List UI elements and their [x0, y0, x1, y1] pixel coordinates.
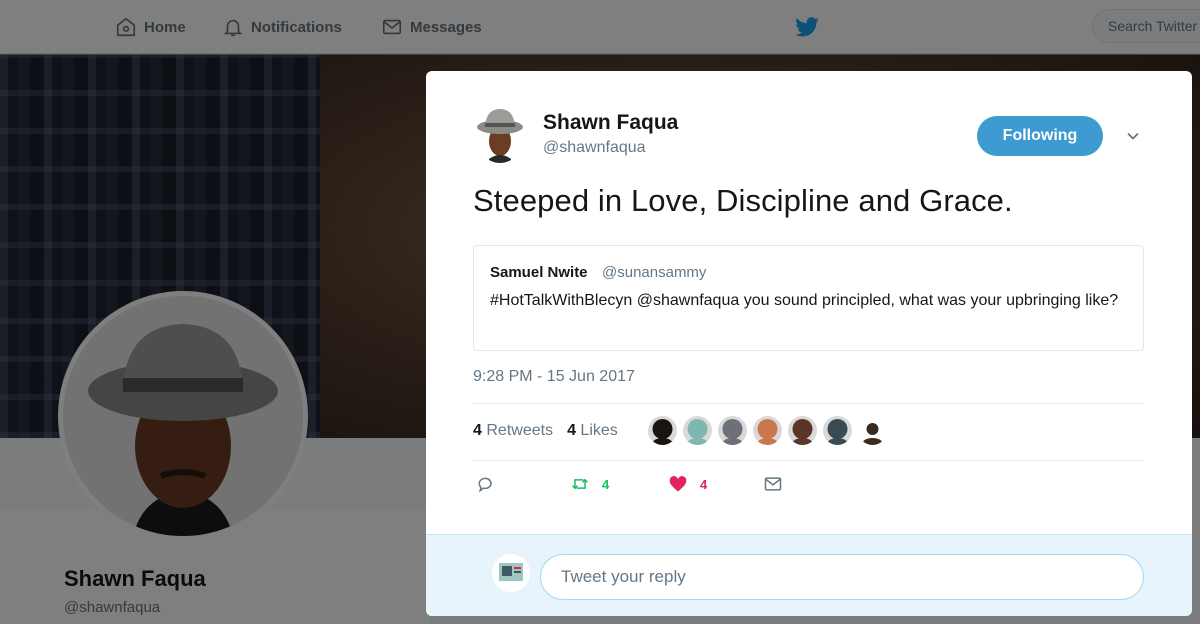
retweet-count: 4: [602, 476, 610, 492]
liker-avatar[interactable]: [858, 416, 887, 445]
reply-icon: [478, 477, 492, 493]
author-avatar[interactable]: [475, 103, 525, 163]
liker-avatar[interactable]: [718, 416, 747, 445]
likes-stat[interactable]: 4 Likes: [567, 422, 618, 440]
author-name[interactable]: Shawn Faqua: [543, 111, 678, 135]
liker-avatar[interactable]: [683, 416, 712, 445]
current-user-avatar-image: [492, 554, 530, 592]
likes-count: 4: [567, 422, 576, 439]
retweets-count: 4: [473, 422, 482, 439]
quoted-tweet-text: #HotTalkWithBlecyn @shawnfaqua you sound…: [490, 292, 1119, 309]
following-button[interactable]: Following: [977, 116, 1103, 156]
divider: [473, 460, 1144, 461]
quoted-tweet[interactable]: Samuel Nwite @sunansammy #HotTalkWithBle…: [473, 245, 1144, 351]
reply-bar: [426, 534, 1192, 616]
retweet-icon: [571, 478, 589, 490]
current-user-avatar[interactable]: [492, 554, 530, 592]
quoted-author-handle: @sunansammy: [602, 264, 707, 281]
envelope-icon: [764, 477, 782, 491]
tweet-timestamp: 9:28 PM - 15 Jun 2017: [473, 368, 635, 385]
liker-avatar[interactable]: [753, 416, 782, 445]
liker-avatar[interactable]: [648, 416, 677, 445]
tweet-actions: 4 4: [476, 474, 816, 500]
liker-avatar[interactable]: [823, 416, 852, 445]
chevron-down-icon[interactable]: [1125, 128, 1141, 144]
liker-avatars: [648, 416, 887, 445]
like-button[interactable]: 4: [668, 474, 707, 494]
retweet-button[interactable]: 4: [570, 474, 609, 494]
divider: [473, 403, 1144, 404]
likes-label: Likes: [580, 422, 618, 439]
heart-icon: [669, 476, 687, 492]
quoted-author-name: Samuel Nwite: [490, 264, 588, 281]
author-handle[interactable]: @shawnfaqua: [543, 139, 646, 157]
tweet-text: Steeped in Love, Discipline and Grace.: [473, 183, 1013, 218]
liker-avatar[interactable]: [788, 416, 817, 445]
tweet-stats: 4 Retweets 4 Likes: [473, 422, 618, 440]
author-avatar-image: [475, 103, 525, 163]
like-count: 4: [700, 476, 708, 492]
retweets-stat[interactable]: 4 Retweets: [473, 422, 553, 440]
retweets-label: Retweets: [486, 422, 554, 439]
reply-input[interactable]: [540, 554, 1144, 600]
tweet-modal: Shawn Faqua @shawnfaqua Following Steepe…: [426, 71, 1192, 616]
direct-message-button[interactable]: [763, 474, 783, 494]
reply-button[interactable]: [476, 474, 496, 494]
